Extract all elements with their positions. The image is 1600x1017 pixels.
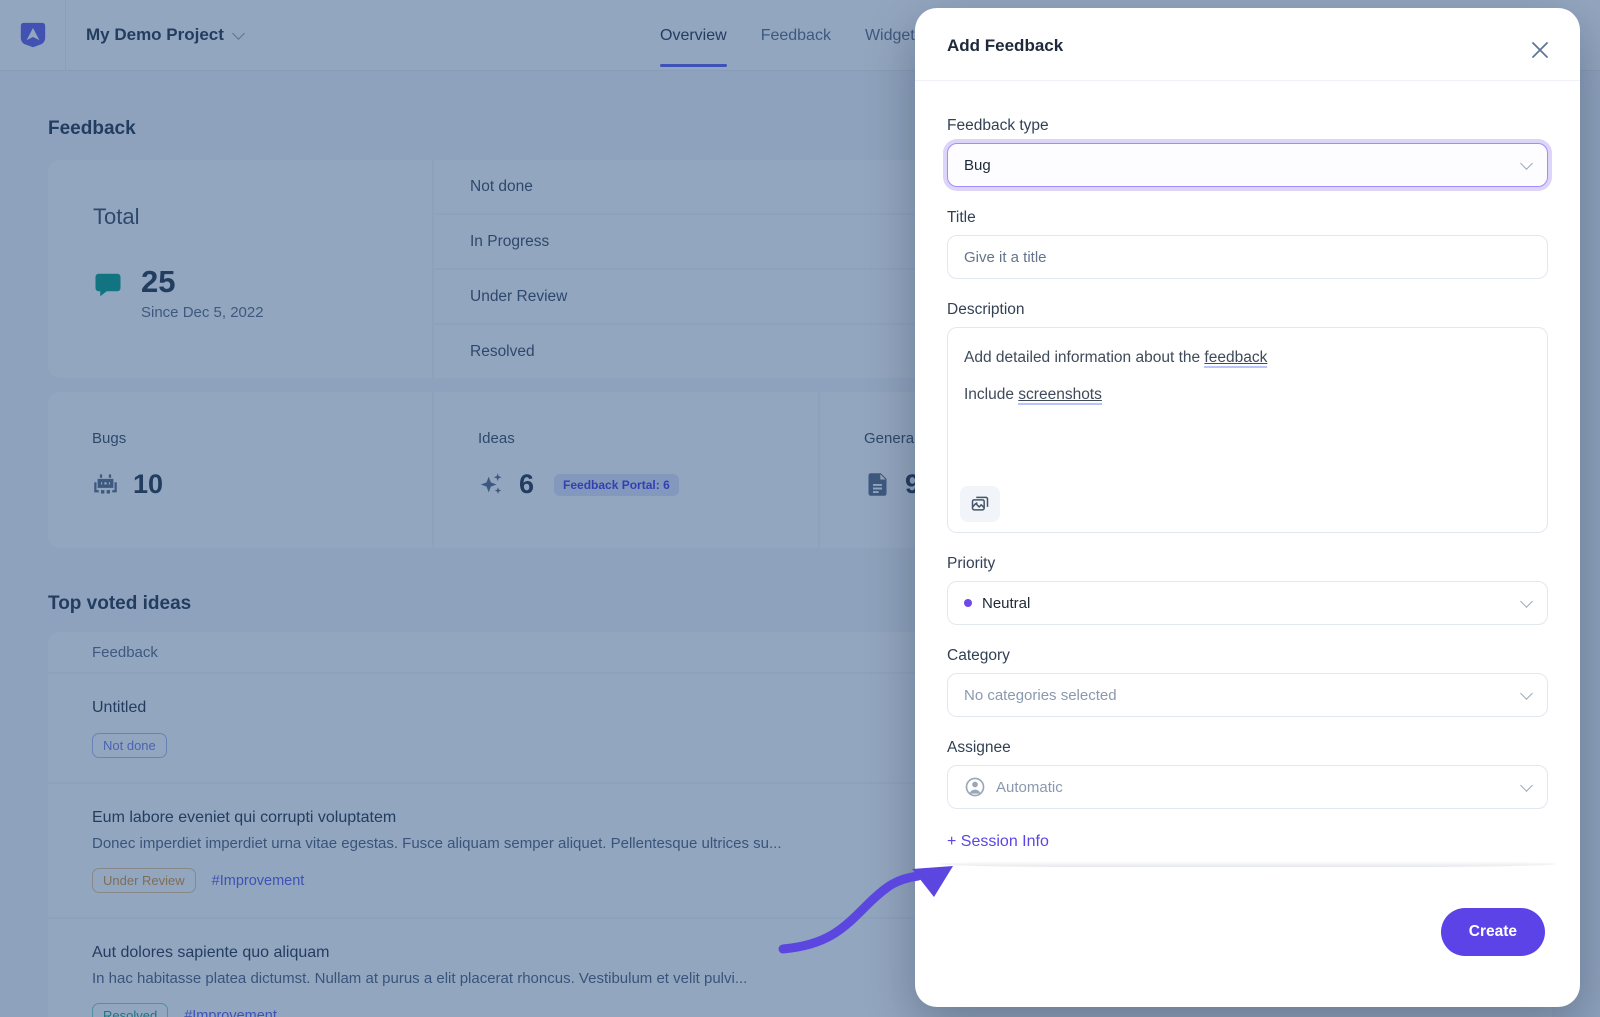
feedback-link-text: feedback <box>1204 349 1267 368</box>
create-button[interactable]: Create <box>1441 908 1545 956</box>
attach-image-button[interactable] <box>960 486 1000 522</box>
feedback-type-value: Bug <box>964 157 991 174</box>
feedback-type-select[interactable]: Bug <box>947 143 1548 187</box>
image-icon <box>970 494 990 514</box>
priority-select[interactable]: Neutral <box>947 581 1548 625</box>
chevron-down-icon <box>1520 779 1533 792</box>
modal-footer: Create <box>915 867 1580 1007</box>
category-select[interactable]: No categories selected <box>947 673 1548 717</box>
assignee-value: Automatic <box>996 779 1063 796</box>
modal-title: Add Feedback <box>947 36 1548 56</box>
close-icon[interactable] <box>1528 38 1552 62</box>
title-input[interactable] <box>947 235 1548 279</box>
chevron-down-icon <box>1520 687 1533 700</box>
feedback-type-label: Feedback type <box>947 117 1548 135</box>
priority-dot-icon <box>964 599 972 607</box>
category-label: Category <box>947 647 1548 665</box>
screenshots-link-text: screenshots <box>1018 386 1102 405</box>
description-line-1: Add detailed information about the feedb… <box>964 346 1531 369</box>
category-placeholder: No categories selected <box>964 687 1117 704</box>
modal-header: Add Feedback <box>915 8 1580 81</box>
priority-value: Neutral <box>982 595 1030 612</box>
avatar-icon <box>964 776 986 798</box>
description-label: Description <box>947 301 1548 319</box>
chevron-down-icon <box>1520 157 1533 170</box>
description-line-2: Include screenshots <box>964 383 1531 406</box>
assignee-select[interactable]: Automatic <box>947 765 1548 809</box>
screen: My Demo Project Overview Feedback Widget… <box>0 0 1600 1017</box>
description-editor[interactable]: Add detailed information about the feedb… <box>947 327 1548 533</box>
add-feedback-modal: Add Feedback Feedback type Bug Title Des… <box>915 8 1580 1007</box>
add-session-info-link[interactable]: + Session Info <box>947 833 1049 851</box>
modal-body: Feedback type Bug Title Description Add … <box>915 81 1580 867</box>
assignee-label: Assignee <box>947 739 1548 757</box>
priority-label: Priority <box>947 555 1548 573</box>
title-label: Title <box>947 209 1548 227</box>
chevron-down-icon <box>1520 595 1533 608</box>
